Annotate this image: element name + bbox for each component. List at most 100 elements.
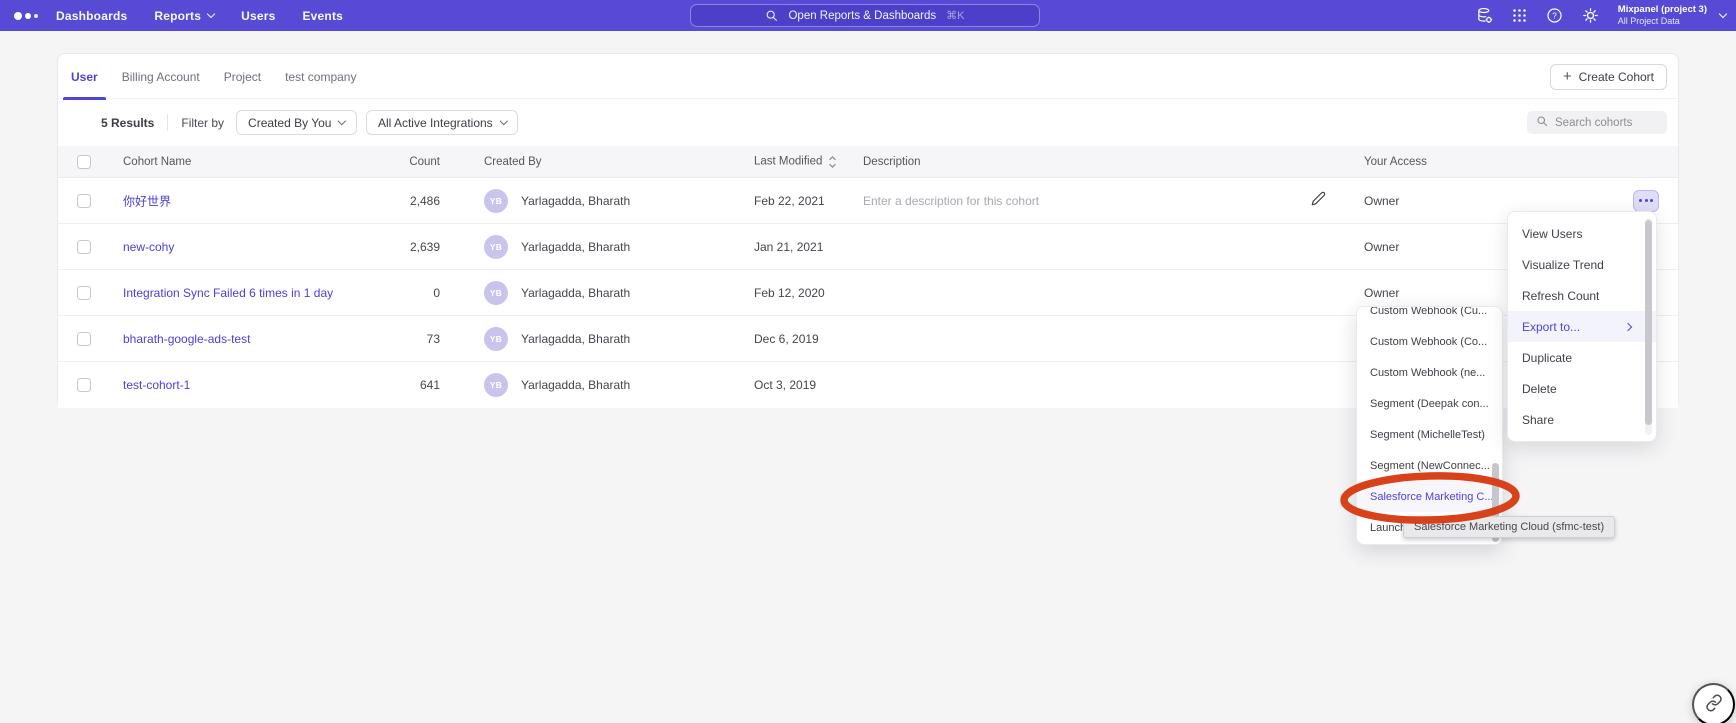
nav-item-dashboards[interactable]: Dashboards xyxy=(56,9,127,23)
cohort-count: 73 xyxy=(338,332,440,346)
submenu-item-segment-newconnec[interactable]: Segment (NewConnec... xyxy=(1357,450,1502,481)
avatar: YB xyxy=(484,327,508,351)
last-modified: Feb 22, 2021 xyxy=(754,194,825,208)
search-icon xyxy=(1536,115,1548,130)
submenu-item-custom-webhook-co[interactable]: Custom Webhook (Co... xyxy=(1357,326,1502,357)
submenu-item-segment-deepak-con[interactable]: Segment (Deepak con... xyxy=(1357,388,1502,419)
cohort-count: 0 xyxy=(338,286,440,300)
created-by: Yarlagadda, Bharath xyxy=(521,240,630,254)
avatar: YB xyxy=(484,189,508,213)
filter-dropdown-created-by-you[interactable]: Created By You xyxy=(236,110,357,135)
search-cohorts-input[interactable]: Search cohorts xyxy=(1527,111,1667,134)
tab-user[interactable]: User xyxy=(63,54,106,99)
menu-item-delete[interactable]: Delete xyxy=(1508,373,1656,404)
tooltip-text: Salesforce Marketing Cloud (sfmc-test) xyxy=(1414,521,1604,533)
edit-description-button[interactable] xyxy=(1311,191,1326,211)
nav-item-reports[interactable]: Reports xyxy=(154,9,214,23)
cohort-tabs: UserBilling AccountProjecttest company +… xyxy=(58,54,1678,99)
tooltip: Salesforce Marketing Cloud (sfmc-test) xyxy=(1403,516,1615,538)
table-header: Cohort Name Count Created By Last Modifi… xyxy=(58,146,1678,178)
menu-item-share[interactable]: Share xyxy=(1508,404,1656,435)
select-all-checkbox[interactable] xyxy=(77,155,91,169)
search-cohorts-placeholder: Search cohorts xyxy=(1555,117,1632,129)
nav-item-events[interactable]: Events xyxy=(302,9,343,23)
filter-dropdown-all-active-integrations[interactable]: All Active Integrations xyxy=(366,110,518,135)
results-count: 5 Results xyxy=(101,116,154,130)
row-checkbox[interactable] xyxy=(77,240,91,254)
row-checkbox[interactable] xyxy=(77,286,91,300)
your-access: Owner xyxy=(1364,240,1399,254)
filter-by-label: Filter by xyxy=(181,116,224,130)
cohort-name-link[interactable]: test-cohort-1 xyxy=(123,378,190,392)
menu-scrollbar-thumb[interactable] xyxy=(1645,220,1652,425)
row-actions-button[interactable] xyxy=(1633,190,1659,212)
sort-icon[interactable] xyxy=(828,155,837,168)
primary-nav: Dashboards Reports Users Events xyxy=(56,9,343,23)
last-modified: Jan 21, 2021 xyxy=(754,240,823,254)
gear-icon[interactable] xyxy=(1582,7,1599,24)
tab-billing-account[interactable]: Billing Account xyxy=(114,54,208,99)
global-search-placeholder: Open Reports & Dashboards xyxy=(788,10,936,22)
cohort-count: 2,639 xyxy=(338,240,440,254)
created-by: Yarlagadda, Bharath xyxy=(521,378,630,392)
menu-item-visualize-trend[interactable]: Visualize Trend xyxy=(1508,249,1656,280)
menu-item-export-to[interactable]: Export to... xyxy=(1508,311,1656,342)
mixpanel-logo[interactable] xyxy=(14,12,40,20)
created-by: Yarlagadda, Bharath xyxy=(521,194,630,208)
avatar: YB xyxy=(484,281,508,305)
submenu-item-salesforce-marketing-c[interactable]: Salesforce Marketing C... xyxy=(1357,481,1502,512)
tab-project[interactable]: Project xyxy=(216,54,269,99)
cohort-name-link[interactable]: bharath-google-ads-test xyxy=(123,332,250,346)
link-icon xyxy=(1705,694,1723,715)
header-description: Description xyxy=(863,156,921,168)
app-root: Dashboards Reports Users Events Open Report… xyxy=(0,0,1736,723)
global-search-input[interactable]: Open Reports & Dashboards ⌘K xyxy=(690,4,1040,27)
chevron-right-icon xyxy=(1624,322,1632,330)
submenu-item-custom-webhook-ne[interactable]: Custom Webhook (ne... xyxy=(1357,357,1502,388)
data-management-icon[interactable] xyxy=(1476,7,1493,24)
submenu-item-segment-michelletest[interactable]: Segment (MichelleTest) xyxy=(1357,419,1502,450)
created-by: Yarlagadda, Bharath xyxy=(521,332,630,346)
chevron-down-icon xyxy=(500,117,508,125)
cohort-row-2[interactable]: new-cohy 2,639 YB Yarlagadda, Bharath Ja… xyxy=(58,224,1678,270)
last-modified: Oct 3, 2019 xyxy=(754,378,816,392)
shortcut-hint: ⌘K xyxy=(946,9,964,22)
submenu-item-custom-webhook-cu[interactable]: Custom Webhook (Cu... xyxy=(1357,306,1502,326)
avatar: YB xyxy=(484,235,508,259)
search-icon xyxy=(765,9,778,22)
cohort-name-link[interactable]: new-cohy xyxy=(123,240,174,254)
cohort-name-link[interactable]: Integration Sync Failed 6 times in 1 day xyxy=(123,286,333,300)
nav-right-cluster: ? Mixpanel (project 3) All Project Data xyxy=(1476,0,1726,31)
cohort-count: 641 xyxy=(338,378,440,392)
project-scope: All Project Data xyxy=(1618,16,1707,27)
row-checkbox[interactable] xyxy=(77,378,91,392)
copy-link-button[interactable] xyxy=(1692,683,1735,723)
description-placeholder[interactable]: Enter a description for this cohort xyxy=(863,194,1039,208)
last-modified: Dec 6, 2019 xyxy=(754,332,819,346)
header-last-modified[interactable]: Last Modified xyxy=(754,155,837,168)
filter-bar: 5 Results Filter by Created By You All Ac… xyxy=(58,99,1678,146)
nav-item-users[interactable]: Users xyxy=(241,9,275,23)
your-access: Owner xyxy=(1364,286,1399,300)
row-checkbox[interactable] xyxy=(77,194,91,208)
header-cohort-name: Cohort Name xyxy=(123,156,191,168)
apps-grid-icon[interactable] xyxy=(1512,8,1527,23)
avatar: YB xyxy=(484,373,508,397)
help-icon[interactable]: ? xyxy=(1546,7,1563,24)
header-created-by: Created By xyxy=(484,156,542,168)
row-context-menu: View UsersVisualize TrendRefresh CountEx… xyxy=(1507,211,1657,442)
created-by: Yarlagadda, Bharath xyxy=(521,286,630,300)
create-cohort-button[interactable]: + Create Cohort xyxy=(1550,64,1667,90)
project-switcher[interactable]: Mixpanel (project 3) All Project Data xyxy=(1618,4,1707,26)
menu-item-duplicate[interactable]: Duplicate xyxy=(1508,342,1656,373)
tab-test-company[interactable]: test company xyxy=(277,54,364,99)
cohort-name-link[interactable]: 你好世界 xyxy=(123,192,171,209)
top-nav: Dashboards Reports Users Events Open Report… xyxy=(0,0,1736,31)
menu-item-view-users[interactable]: View Users xyxy=(1508,218,1656,249)
header-your-access: Your Access xyxy=(1364,156,1427,168)
menu-item-refresh-count[interactable]: Refresh Count xyxy=(1508,280,1656,311)
cohort-row-1[interactable]: 你好世界 2,486 YB Yarlagadda, Bharath Feb 22… xyxy=(58,178,1678,224)
row-checkbox[interactable] xyxy=(77,332,91,346)
header-count: Count xyxy=(338,156,440,168)
project-name: Mixpanel (project 3) xyxy=(1618,4,1707,15)
